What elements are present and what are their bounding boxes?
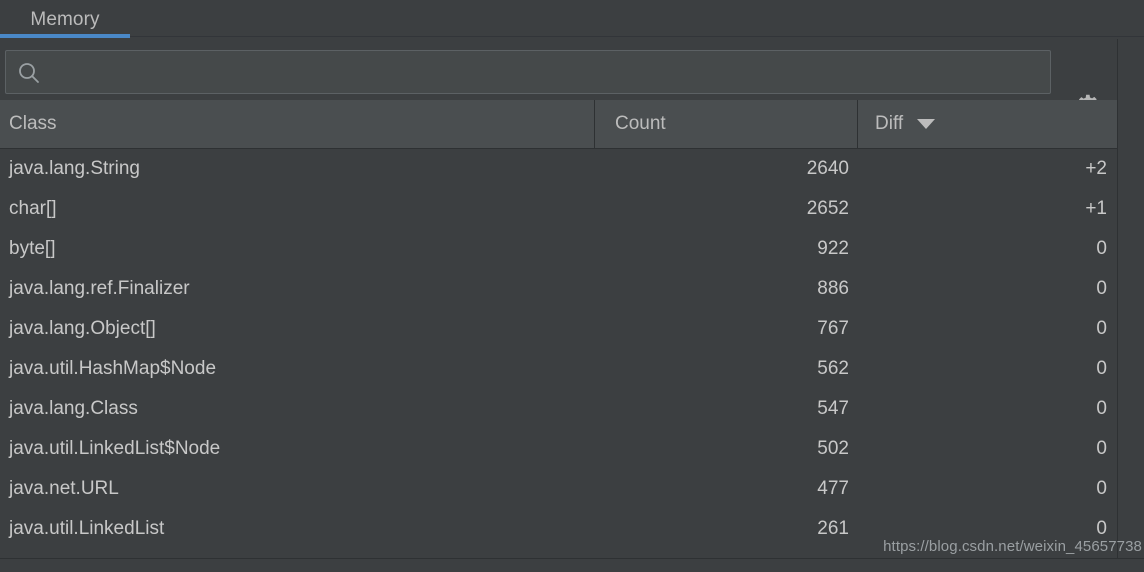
column-header-count[interactable]: Count xyxy=(594,100,856,148)
right-gutter xyxy=(1117,39,1144,572)
cell-diff: +1 xyxy=(1085,198,1107,219)
cell-diff: +2 xyxy=(1085,158,1107,179)
table-row[interactable]: java.util.HashMap$Node 562 0 xyxy=(0,349,1117,389)
table-row[interactable]: java.net.URL 477 0 xyxy=(0,469,1117,509)
table-row[interactable]: java.util.LinkedList$Node 502 0 xyxy=(0,429,1117,469)
cell-class: java.lang.Class xyxy=(9,398,138,419)
table-row[interactable]: java.lang.Class 547 0 xyxy=(0,389,1117,429)
column-header-class-label: Class xyxy=(9,113,57,134)
cell-class: java.lang.String xyxy=(9,158,140,179)
cell-count: 767 xyxy=(817,318,849,339)
column-header-count-label: Count xyxy=(615,113,666,134)
column-header-diff-label: Diff xyxy=(875,113,904,134)
tab-bar: Memory xyxy=(0,0,1144,39)
cell-count: 261 xyxy=(817,518,849,539)
column-header-class[interactable]: Class xyxy=(0,100,593,148)
cell-class: java.net.URL xyxy=(9,478,119,499)
search-field[interactable] xyxy=(5,50,1051,94)
cell-class: char[] xyxy=(9,198,57,219)
sort-descending-icon xyxy=(917,119,936,129)
cell-class: byte[] xyxy=(9,238,56,259)
table-row[interactable]: char[] 2652 +1 xyxy=(0,189,1117,229)
cell-diff: 0 xyxy=(1096,478,1107,499)
cell-diff: 0 xyxy=(1096,398,1107,419)
column-header-diff[interactable]: Diff xyxy=(857,100,1117,148)
cell-count: 2640 xyxy=(806,158,849,179)
table-row[interactable]: java.lang.ref.Finalizer 886 0 xyxy=(0,269,1117,309)
cell-count: 2652 xyxy=(806,198,849,219)
cell-diff: 0 xyxy=(1096,278,1107,299)
cell-count: 922 xyxy=(817,238,849,259)
tab-bar-divider xyxy=(130,36,1144,37)
cell-class: java.util.LinkedList xyxy=(9,518,165,539)
table-row[interactable]: java.lang.Object[] 767 0 xyxy=(0,309,1117,349)
watermark-text: https://blog.csdn.net/weixin_45657738 xyxy=(883,538,1142,555)
cell-diff: 0 xyxy=(1096,238,1107,259)
memory-class-table: Class Count Diff java.lang.String 2640 +2 c… xyxy=(0,100,1117,559)
cell-count: 477 xyxy=(817,478,849,499)
table-row[interactable]: java.lang.String 2640 +2 xyxy=(0,149,1117,189)
cell-diff: 0 xyxy=(1096,358,1107,379)
memory-tool-window: Memory Class Count Diff java.lang.String… xyxy=(0,0,1144,572)
cell-count: 562 xyxy=(817,358,849,379)
table-row[interactable]: byte[] 922 0 xyxy=(0,229,1117,269)
cell-class: java.util.HashMap$Node xyxy=(9,358,217,379)
tab-memory-label: Memory xyxy=(30,8,100,30)
search-row xyxy=(0,39,1144,117)
cell-count: 886 xyxy=(817,278,849,299)
cell-class: java.util.LinkedList$Node xyxy=(9,438,221,459)
cell-diff: 0 xyxy=(1096,318,1107,339)
cell-count: 502 xyxy=(817,438,849,459)
tab-active-indicator xyxy=(0,34,130,38)
cell-count: 547 xyxy=(817,398,849,419)
cell-class: java.lang.ref.Finalizer xyxy=(9,278,190,299)
search-input[interactable] xyxy=(50,51,1045,93)
table-body: java.lang.String 2640 +2 char[] 2652 +1 byte[]… xyxy=(0,149,1117,559)
bottom-bar xyxy=(0,559,1144,572)
cell-class: java.lang.Object[] xyxy=(9,318,156,339)
cell-diff: 0 xyxy=(1096,438,1107,459)
vertical-scrollbar-track[interactable] xyxy=(1097,149,1112,559)
table-header-row: Class Count Diff xyxy=(0,100,1117,149)
search-icon xyxy=(18,62,40,84)
